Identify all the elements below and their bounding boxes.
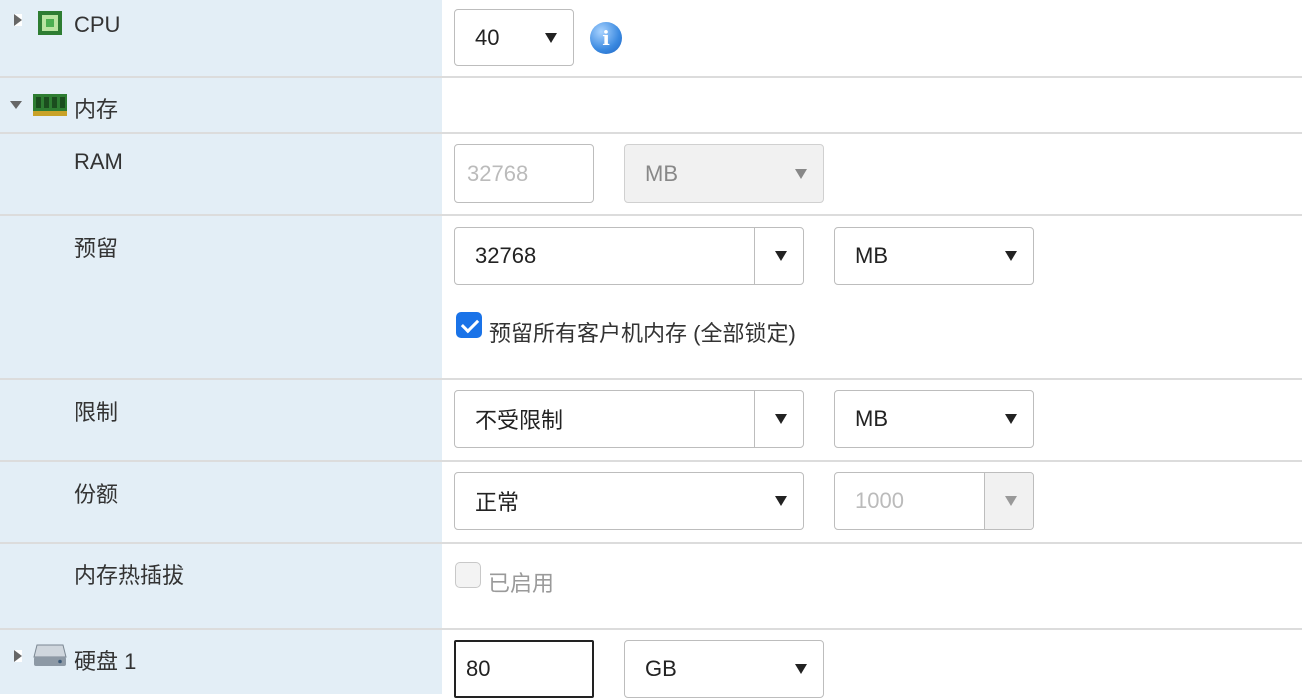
memory-row: 内存: [0, 78, 1302, 134]
memory-hotplug-enabled-label: 已启用: [488, 571, 555, 596]
memory-hotplug-label: 内存热插拔: [74, 563, 185, 588]
ram-size-field[interactable]: 32768: [454, 144, 594, 203]
hard-disk-size-field[interactable]: 80: [454, 640, 594, 698]
ram-row: RAM 32768 MB: [0, 134, 1302, 216]
limit-unit-select[interactable]: MB: [834, 390, 1034, 448]
memory-label: 内存: [74, 97, 119, 122]
chevron-down-icon[interactable]: [775, 414, 787, 424]
reservation-combo[interactable]: 32768: [454, 227, 804, 285]
lock-all-memory-checkbox[interactable]: [456, 312, 482, 338]
shares-label: 份额: [74, 482, 119, 507]
shares-row: 份额 正常 1000: [0, 462, 1302, 544]
hard-disk-expand-toggle[interactable]: [14, 650, 22, 662]
chevron-down-icon: [795, 664, 807, 674]
reservation-label: 预留: [74, 236, 119, 261]
cpu-expand-toggle[interactable]: [14, 14, 22, 26]
cpu-row: CPU 40 i: [0, 0, 1302, 78]
chevron-down-icon: [795, 168, 807, 179]
memory-collapse-toggle[interactable]: [10, 101, 22, 109]
ram-label: RAM: [74, 149, 123, 174]
reservation-unit-select[interactable]: MB: [834, 227, 1034, 285]
chevron-down-icon[interactable]: [775, 251, 787, 261]
ram-size-placeholder: 32768: [467, 160, 529, 186]
cpu-icon: [38, 11, 62, 35]
chevron-down-icon: [1005, 414, 1017, 424]
chevron-down-icon: [545, 32, 557, 43]
hard-disk-unit-select[interactable]: GB: [624, 640, 824, 698]
limit-combo[interactable]: 不受限制: [454, 390, 804, 448]
memory-icon: [33, 94, 67, 116]
limit-row: 限制 不受限制 MB: [0, 380, 1302, 462]
reservation-row: 预留 32768 MB 预留所有客户机内存 (全部锁定): [0, 216, 1302, 380]
chevron-down-icon: [775, 496, 787, 506]
ram-unit-select: MB: [624, 144, 824, 203]
shares-select[interactable]: 正常: [454, 472, 804, 530]
info-icon[interactable]: i: [590, 22, 622, 54]
cpu-label: CPU: [74, 12, 121, 37]
hard-disk-icon: [33, 644, 67, 666]
hard-disk-label: 硬盘 1: [74, 649, 137, 674]
chevron-down-icon: [1005, 496, 1017, 506]
cpu-count-select[interactable]: 40: [454, 9, 574, 66]
memory-hotplug-row: 内存热插拔 已启用: [0, 544, 1302, 630]
chevron-down-icon: [1005, 251, 1017, 261]
limit-label: 限制: [74, 400, 119, 425]
shares-custom-field: 1000: [834, 472, 1034, 530]
memory-hotplug-checkbox[interactable]: [455, 562, 481, 588]
lock-all-memory-label: 预留所有客户机内存 (全部锁定): [489, 321, 796, 346]
hard-disk-row: 硬盘 1 80 GB: [0, 630, 1302, 698]
